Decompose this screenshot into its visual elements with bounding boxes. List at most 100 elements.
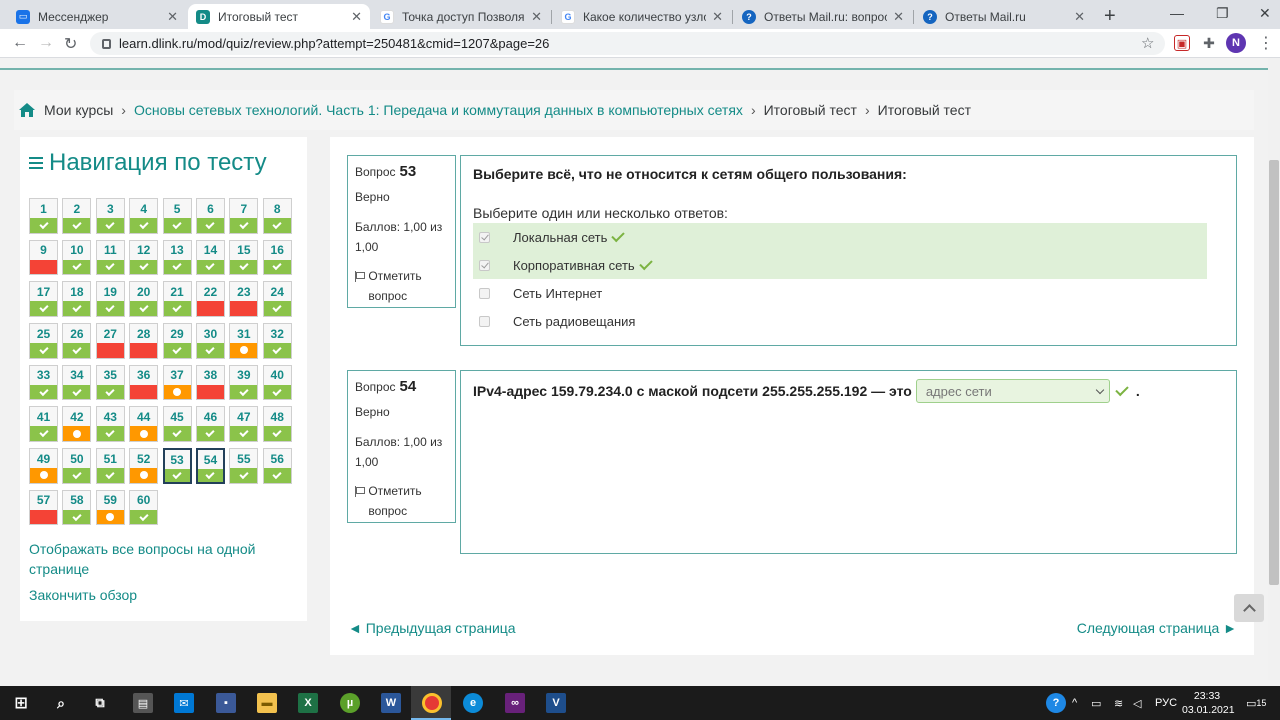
question-nav-button-60[interactable]: 60 (129, 489, 159, 526)
question-nav-button-58[interactable]: 58 (62, 489, 92, 526)
close-icon[interactable]: ✕ (167, 9, 178, 25)
question-nav-button-9[interactable]: 9 (29, 239, 58, 276)
answer-checkbox[interactable] (479, 231, 490, 243)
question-nav-button-57[interactable]: 57 (29, 489, 58, 526)
question-nav-button-21[interactable]: 21 (162, 281, 192, 317)
utorrent-icon[interactable]: µ (340, 693, 360, 713)
question-nav-button-42[interactable]: 42 (62, 406, 92, 442)
question-nav-button-31[interactable]: 31 (229, 323, 259, 359)
question-nav-button-10[interactable]: 10 (62, 239, 92, 276)
question-nav-button-33[interactable]: 33 (29, 364, 58, 401)
question-nav-button-38[interactable]: 38 (195, 364, 225, 401)
question-nav-button-4[interactable]: 4 (129, 198, 159, 234)
question-nav-button-6[interactable]: 6 (195, 198, 225, 234)
close-icon[interactable]: ✕ (351, 9, 362, 25)
window-close-icon[interactable]: ✕ (1259, 5, 1271, 22)
question-nav-button-12[interactable]: 12 (129, 239, 159, 276)
visio-icon[interactable]: V (546, 693, 566, 713)
question-nav-button-14[interactable]: 14 (195, 239, 225, 276)
question-nav-button-26[interactable]: 26 (62, 323, 92, 359)
question-nav-button-50[interactable]: 50 (62, 448, 92, 484)
flag-question-button[interactable]: Отметить вопрос (355, 481, 448, 521)
reload-icon[interactable]: ↻ (64, 34, 77, 54)
question-nav-button-45[interactable]: 45 (162, 406, 192, 442)
mail-icon[interactable]: ✉ (174, 693, 194, 713)
question-nav-button-53[interactable]: 53 (162, 448, 192, 484)
question-nav-button-54[interactable]: 54 (195, 448, 225, 484)
restore-icon[interactable]: ❐ (1216, 5, 1229, 22)
extension-shield-icon[interactable]: ▣ (1174, 35, 1190, 51)
question-nav-button-29[interactable]: 29 (162, 323, 192, 359)
excel-icon[interactable]: X (298, 693, 318, 713)
question-nav-button-55[interactable]: 55 (229, 448, 259, 484)
question-nav-button-27[interactable]: 27 (95, 323, 125, 359)
question-nav-button-2[interactable]: 2 (62, 198, 92, 234)
back-icon[interactable]: ← (12, 34, 28, 52)
question-nav-button-24[interactable]: 24 (262, 281, 292, 317)
question-nav-button-52[interactable]: 52 (129, 448, 159, 484)
clock[interactable]: 23:33 03.01.2021 (1182, 689, 1235, 717)
question-nav-button-22[interactable]: 22 (195, 281, 225, 317)
word-icon[interactable]: W (381, 693, 401, 713)
question-nav-button-28[interactable]: 28 (129, 323, 159, 359)
extensions-puzzle-icon[interactable]: ✚ (1201, 35, 1217, 51)
browser-tab-mailru-question[interactable]: ? Ответы Mail.ru: вопрос ✕ (734, 4, 912, 29)
page-scrollbar-thumb[interactable] (1269, 160, 1279, 585)
question-nav-button-51[interactable]: 51 (95, 448, 125, 484)
question-nav-button-1[interactable]: 1 (29, 198, 58, 234)
tray-chevron-icon[interactable]: ^ (1072, 686, 1077, 720)
volume-icon[interactable]: ◁ (1133, 686, 1141, 720)
question-nav-button-48[interactable]: 48 (262, 406, 292, 442)
question-nav-button-18[interactable]: 18 (62, 281, 92, 317)
help-icon[interactable]: ? (1046, 693, 1066, 713)
new-tab-icon[interactable]: + (1104, 5, 1116, 28)
next-page-link[interactable]: Следующая страница ► (1077, 620, 1237, 636)
question-nav-button-5[interactable]: 5 (162, 198, 192, 234)
question-nav-button-56[interactable]: 56 (262, 448, 292, 484)
question-nav-button-19[interactable]: 19 (95, 281, 125, 317)
wifi-icon[interactable]: ≋ (1114, 686, 1123, 720)
question-nav-button-16[interactable]: 16 (262, 239, 292, 276)
browser-tab-messenger[interactable]: ▭ Мессенджер ✕ (8, 4, 186, 29)
file-explorer-icon[interactable]: ▬ (257, 693, 277, 713)
question-nav-button-25[interactable]: 25 (29, 323, 58, 359)
previous-page-link[interactable]: ◄ Предыдущая страница (348, 620, 516, 636)
question-nav-button-8[interactable]: 8 (262, 198, 292, 234)
question-nav-button-35[interactable]: 35 (95, 364, 125, 401)
question-nav-button-40[interactable]: 40 (262, 364, 292, 401)
close-icon[interactable]: ✕ (531, 9, 542, 25)
flag-question-button[interactable]: Отметить вопрос (355, 266, 448, 306)
battery-icon[interactable]: ▭ (1091, 686, 1101, 720)
question-nav-button-43[interactable]: 43 (95, 406, 125, 442)
breadcrumb-quiz-current[interactable]: Итоговый тест (878, 102, 971, 118)
question-nav-button-47[interactable]: 47 (229, 406, 259, 442)
question-nav-button-34[interactable]: 34 (62, 364, 92, 401)
answer-checkbox[interactable] (479, 287, 490, 299)
question-nav-button-39[interactable]: 39 (229, 364, 259, 401)
back-to-top-button[interactable] (1234, 594, 1264, 622)
question-nav-button-20[interactable]: 20 (129, 281, 159, 317)
search-icon[interactable]: ⌕ (51, 693, 71, 713)
question-nav-button-46[interactable]: 46 (195, 406, 225, 442)
question-nav-button-15[interactable]: 15 (229, 239, 259, 276)
browser-tab-quiz[interactable]: D Итоговый тест ✕ (188, 4, 370, 29)
question-nav-button-11[interactable]: 11 (95, 239, 125, 276)
show-all-questions-link[interactable]: Отображать все вопросы на одной странице (29, 539, 289, 579)
answer-checkbox[interactable] (479, 259, 490, 271)
language-indicator[interactable]: РУС (1155, 686, 1177, 720)
close-icon[interactable]: ✕ (893, 9, 904, 25)
question-nav-button-44[interactable]: 44 (129, 406, 159, 442)
home-icon[interactable] (18, 101, 36, 119)
question-nav-button-17[interactable]: 17 (29, 281, 58, 317)
question-nav-button-49[interactable]: 49 (29, 448, 58, 484)
save-app-icon[interactable]: ▪ (216, 693, 236, 713)
browser-tab-google-2[interactable]: G Какое количество узлов до ✕ (553, 4, 731, 29)
breadcrumb-quiz[interactable]: Итоговый тест (764, 102, 857, 118)
visual-studio-icon[interactable]: ∞ (505, 693, 525, 713)
question-nav-button-37[interactable]: 37 (162, 364, 192, 401)
question-nav-button-7[interactable]: 7 (229, 198, 259, 234)
minimize-icon[interactable]: — (1170, 5, 1184, 21)
question-nav-button-32[interactable]: 32 (262, 323, 292, 359)
address-bar[interactable]: learn.dlink.ru/mod/quiz/review.php?attem… (90, 32, 1165, 55)
breadcrumb-my-courses[interactable]: Мои курсы (44, 102, 113, 118)
